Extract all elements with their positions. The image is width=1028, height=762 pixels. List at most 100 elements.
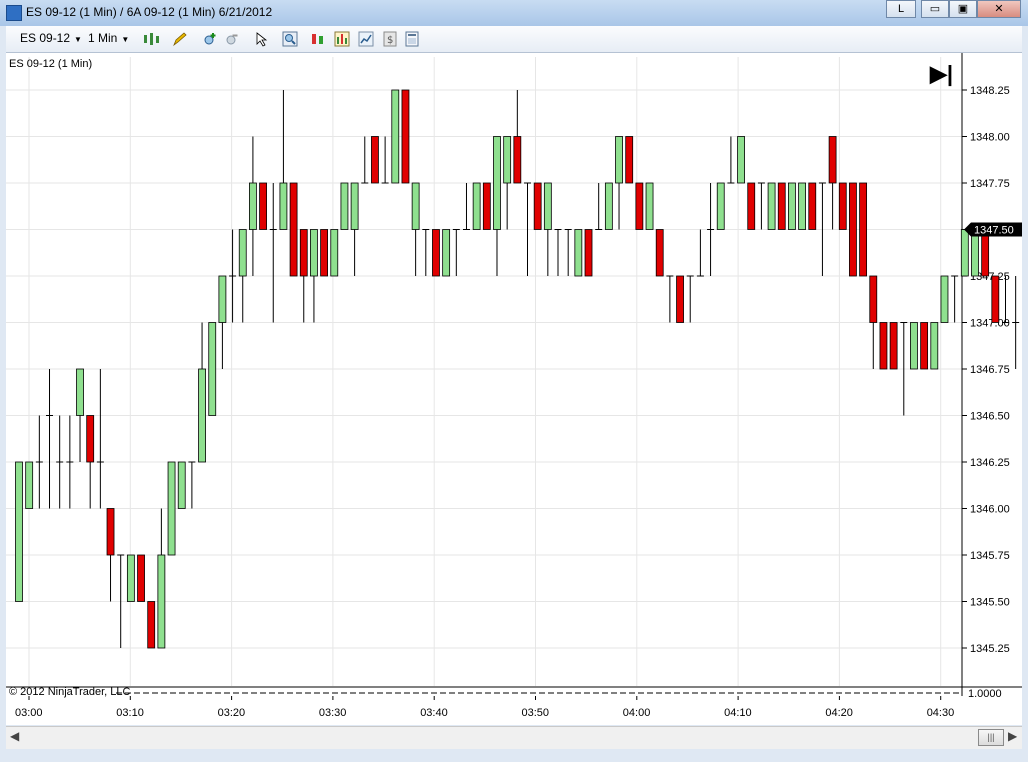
time-tick-label: 04:10	[724, 707, 752, 719]
candle-body	[859, 182, 868, 277]
zoom-out-icon[interactable]	[224, 31, 240, 47]
candle-body	[299, 229, 308, 277]
candle-body	[747, 182, 756, 230]
candle-body	[503, 136, 512, 184]
candle-body	[442, 229, 451, 277]
candle-body	[238, 229, 247, 277]
candle-body	[208, 322, 217, 416]
chevron-down-icon: ▼	[121, 35, 130, 44]
candle-body	[340, 182, 349, 230]
scroll-to-end-icon[interactable]: ▶|	[930, 61, 953, 87]
cursor-icon[interactable]	[254, 31, 270, 47]
candle-body	[15, 461, 23, 602]
candle-body	[401, 89, 410, 184]
candle-body	[137, 554, 145, 602]
candle-body	[533, 182, 542, 230]
candle-body	[249, 182, 257, 230]
price-chart[interactable]: 1348.251348.001347.751347.501347.251347.…	[6, 53, 1022, 725]
window-titlebar: ES 09-12 (1 Min) / 6A 09-12 (1 Min) 6/21…	[0, 0, 1028, 26]
price-tick-label: 1346.00	[970, 504, 1010, 516]
pencil-icon[interactable]	[172, 31, 188, 47]
candle-body	[879, 322, 888, 370]
candle-body	[625, 136, 634, 184]
dollar-icon[interactable]: $	[382, 31, 398, 47]
lower-axis-label: 1.0000	[968, 688, 1002, 700]
candle-body	[798, 182, 806, 230]
chart-instrument-label: ES 09-12 (1 Min)	[9, 58, 93, 70]
scroll-left-icon[interactable]: ◀	[10, 729, 19, 743]
price-tick-label: 1346.75	[970, 364, 1010, 376]
candle-body	[391, 89, 400, 184]
bars-icon[interactable]	[334, 31, 350, 47]
candle-body	[716, 182, 725, 230]
time-tick-label: 03:00	[15, 707, 43, 719]
maximize-icon[interactable]: ▣	[949, 0, 977, 18]
candle-body	[289, 182, 298, 277]
time-tick-label: 03:40	[420, 707, 448, 719]
time-tick-label: 03:20	[218, 707, 246, 719]
svg-text:$: $	[387, 35, 393, 46]
candle-body	[574, 229, 583, 277]
candle-body	[411, 182, 420, 230]
properties-icon[interactable]	[404, 31, 420, 47]
price-tick-label: 1347.75	[970, 178, 1010, 190]
strategy-icon[interactable]	[310, 31, 326, 47]
candle-body	[259, 182, 267, 230]
price-tick-label: 1345.25	[970, 643, 1010, 655]
candle-body	[991, 275, 1000, 323]
instrument-selector[interactable]: ES 09-12 ▼	[20, 31, 82, 45]
candle-body	[584, 229, 593, 277]
scrollbar-thumb[interactable]: |||	[978, 729, 1004, 746]
candle-body	[330, 229, 339, 277]
candle-body	[869, 275, 878, 323]
candle-body	[737, 136, 745, 184]
candle-body	[279, 182, 288, 230]
candle-body	[655, 229, 664, 277]
time-tick-label: 03:10	[116, 707, 144, 719]
candle-body	[177, 461, 186, 509]
candle-body	[472, 182, 481, 230]
price-tick-label: 1345.50	[970, 597, 1010, 609]
candle-body	[432, 229, 440, 277]
price-tick-label: 1347.00	[970, 318, 1010, 330]
candle-body	[676, 275, 684, 323]
candle-body	[167, 461, 176, 556]
candle-body	[777, 182, 786, 230]
candle-body	[198, 368, 206, 463]
chart-panel[interactable]: 1348.251348.001347.751347.501347.251347.…	[6, 53, 1022, 725]
time-tick-label: 03:50	[522, 707, 550, 719]
app-icon	[6, 5, 22, 21]
zoom-in-icon[interactable]	[202, 31, 218, 47]
candle-body	[615, 136, 623, 184]
last-price-label: 1347.50	[974, 225, 1014, 237]
candle-body	[828, 136, 837, 184]
candle-body	[960, 229, 969, 277]
close-icon[interactable]: ✕	[977, 0, 1021, 18]
magnifier-icon[interactable]	[282, 31, 298, 47]
candlestick-icon[interactable]	[142, 31, 162, 47]
minimize-icon[interactable]: ▭	[921, 0, 949, 18]
chevron-down-icon: ▼	[74, 35, 82, 44]
candle-body	[635, 182, 644, 230]
candle-body	[788, 182, 796, 230]
link-button[interactable]: L	[886, 0, 916, 18]
candle-body	[126, 554, 135, 602]
time-tick-label: 04:30	[927, 707, 955, 719]
interval-selector[interactable]: 1 Min ▼	[88, 31, 129, 45]
candle-body	[320, 229, 329, 277]
candle-body	[86, 415, 95, 463]
candle-body	[147, 601, 156, 649]
time-tick-label: 03:30	[319, 707, 347, 719]
candle-body	[808, 182, 817, 230]
candle-body	[371, 136, 379, 184]
candle-body	[920, 322, 929, 370]
candle-body	[513, 136, 522, 184]
scroll-right-icon[interactable]: ▶	[1008, 729, 1017, 743]
horizontal-scrollbar[interactable]: ◀ ||| ▶	[6, 726, 1022, 749]
candle-body	[910, 322, 918, 370]
candle-body	[106, 508, 115, 556]
candle-body	[930, 322, 939, 370]
time-tick-label: 04:20	[825, 707, 853, 719]
candle-body	[604, 182, 613, 230]
chart-icon[interactable]	[358, 31, 374, 47]
